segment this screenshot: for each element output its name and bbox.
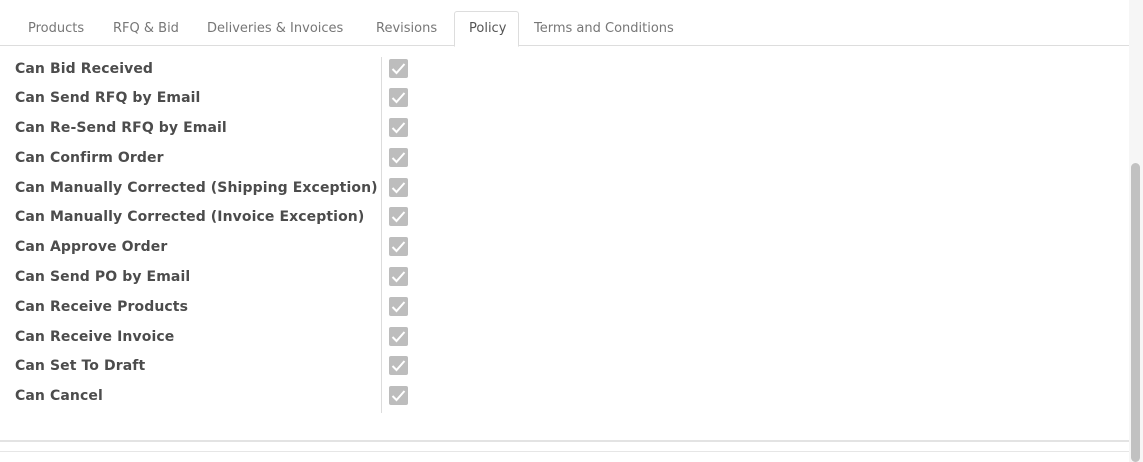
tab-policy[interactable]: Policy [454,11,519,47]
policy-row: Can Approve Order [0,233,420,262]
check-icon [391,122,406,134]
tab-rfq-bid[interactable]: RFQ & Bid [99,11,193,47]
check-icon [391,390,406,402]
policy-checkbox[interactable] [389,267,408,286]
policy-checkbox[interactable] [389,59,408,78]
policy-label: Can Manually Corrected (Shipping Excepti… [15,180,378,196]
policy-row: Can Cancel [0,382,420,411]
check-icon [391,211,406,223]
policy-checkbox[interactable] [389,118,408,137]
policy-label: Can Send RFQ by Email [15,90,201,106]
policy-label: Can Bid Received [15,61,154,77]
check-icon [391,271,406,283]
policy-label: Can Set To Draft [15,358,146,374]
policy-checkbox[interactable] [389,88,408,107]
policy-checkbox[interactable] [389,386,408,405]
policy-checkbox[interactable] [389,178,408,197]
policy-checkbox[interactable] [389,297,408,316]
check-icon [391,301,406,313]
policy-checkbox[interactable] [389,356,408,375]
policy-label: Can Receive Products [15,299,189,315]
check-icon [391,360,406,372]
policy-label: Can Confirm Order [15,150,164,166]
policy-row: Can Bid Received [0,55,420,84]
check-icon [391,63,406,75]
policy-row: Can Receive Invoice [0,323,420,352]
check-icon [391,331,406,343]
scrollbar-thumb[interactable] [1131,163,1140,462]
policy-row: Can Send RFQ by Email [0,84,420,113]
policy-checkbox[interactable] [389,327,408,346]
chatter-divider [0,451,1129,452]
policy-row: Can Receive Products [0,293,420,322]
check-icon [391,152,406,164]
policy-label: Can Re-Send RFQ by Email [15,120,227,136]
policy-label: Can Manually Corrected (Invoice Exceptio… [15,209,365,225]
policy-checkbox[interactable] [389,207,408,226]
check-icon [391,182,406,194]
policy-row: Can Manually Corrected (Invoice Exceptio… [0,203,420,232]
check-icon [391,241,406,253]
tab-products[interactable]: Products [14,11,98,47]
form-page: Products RFQ & Bid Deliveries & Invoices… [0,0,1143,462]
sheet-bottom-border [0,440,1129,442]
policy-checkbox[interactable] [389,148,408,167]
policy-label: Can Send PO by Email [15,269,191,285]
check-icon [391,92,406,104]
tab-deliveries-invoices[interactable]: Deliveries & Invoices [193,11,357,47]
policy-row: Can Set To Draft [0,352,420,381]
policy-row: Can Manually Corrected (Shipping Excepti… [0,174,420,203]
policy-row: Can Confirm Order [0,144,420,173]
policy-checkbox[interactable] [389,237,408,256]
tab-revisions[interactable]: Revisions [362,11,451,47]
policy-label: Can Approve Order [15,239,168,255]
policy-row: Can Re-Send RFQ by Email [0,114,420,143]
policy-row: Can Send PO by Email [0,263,420,292]
policy-label: Can Receive Invoice [15,329,175,345]
policy-label: Can Cancel [15,388,103,404]
notebook-tabs: Products RFQ & Bid Deliveries & Invoices… [0,0,1129,47]
tab-terms-and-conditions[interactable]: Terms and Conditions [520,11,688,47]
